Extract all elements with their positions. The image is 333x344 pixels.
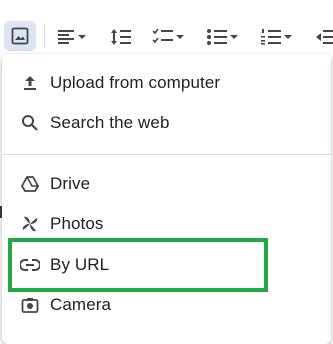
camera-icon [19, 294, 41, 316]
menu-item-by-url[interactable]: By URL [2, 245, 331, 285]
insert-image-menu: Upload from computer Search the web Driv… [2, 54, 331, 344]
line-spacing-button[interactable] [110, 23, 132, 51]
checklist-icon [152, 27, 174, 47]
chevron-down-icon [174, 32, 186, 42]
menu-divider [2, 154, 331, 155]
bulleted-list-button[interactable] [206, 23, 240, 51]
toolbar-divider [44, 24, 45, 48]
photos-pinwheel-icon [19, 213, 41, 235]
toolbar [0, 0, 333, 52]
link-icon [19, 254, 41, 276]
decrease-indent-icon [314, 27, 333, 47]
menu-item-label: Photos [50, 214, 104, 233]
insert-image-icon [11, 27, 29, 45]
menu-item-photos[interactable]: Photos [2, 204, 331, 244]
insert-image-button[interactable] [4, 21, 36, 51]
upload-icon [19, 72, 41, 94]
menu-item-label: Drive [50, 174, 91, 193]
menu-item-label: By URL [50, 255, 110, 274]
menu-item-label: Upload from computer [50, 73, 221, 92]
numbered-list-icon [260, 27, 282, 47]
menu-item-upload-from-computer[interactable]: Upload from computer [2, 63, 331, 103]
chevron-down-icon [76, 32, 88, 42]
chevron-down-icon [228, 32, 240, 42]
align-left-icon [56, 28, 76, 46]
checklist-button[interactable] [152, 23, 186, 51]
menu-item-label: Camera [50, 295, 112, 314]
menu-item-search-the-web[interactable]: Search the web [2, 103, 331, 143]
align-button[interactable] [56, 23, 88, 51]
menu-item-label: Search the web [50, 113, 170, 132]
bulleted-list-icon [206, 27, 228, 47]
decrease-indent-button[interactable] [314, 23, 333, 51]
menu-item-camera[interactable]: Camera [2, 285, 331, 325]
chevron-down-icon [282, 32, 294, 42]
menu-item-drive[interactable]: Drive [2, 164, 331, 204]
numbered-list-button[interactable] [260, 23, 294, 51]
search-icon [19, 112, 41, 134]
line-spacing-icon [110, 27, 132, 47]
drive-icon [19, 173, 41, 195]
